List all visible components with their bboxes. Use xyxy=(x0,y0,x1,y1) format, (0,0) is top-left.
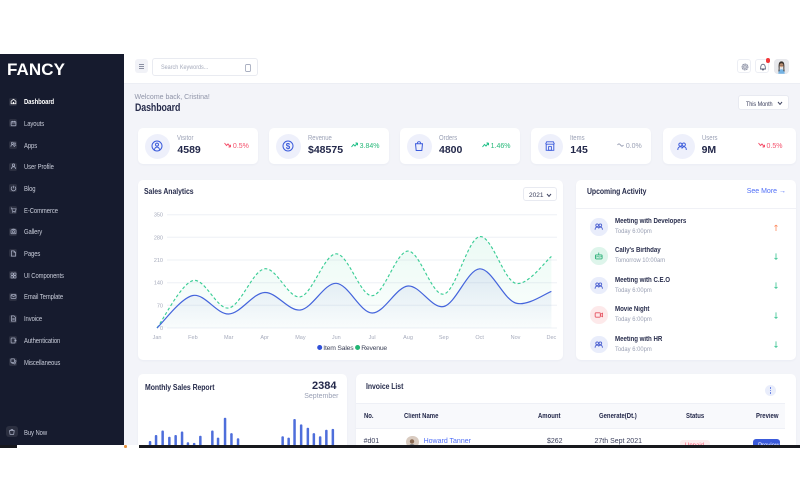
svg-text:Feb: Feb xyxy=(188,335,197,341)
svg-text:$: $ xyxy=(286,141,291,150)
svg-text:140: 140 xyxy=(154,281,163,287)
svg-text:Nov: Nov xyxy=(511,335,521,341)
svg-text:Dec: Dec xyxy=(547,335,557,341)
svg-text:Jan: Jan xyxy=(153,335,162,341)
svg-text:Aug: Aug xyxy=(403,335,413,341)
svg-text:Item Sales: Item Sales xyxy=(323,345,354,352)
svg-text:70: 70 xyxy=(157,303,163,309)
svg-text:Revenue: Revenue xyxy=(361,345,387,352)
svg-text:Sep: Sep xyxy=(439,335,449,341)
svg-text:Mar: Mar xyxy=(224,335,234,341)
svg-text:Jun: Jun xyxy=(332,335,341,341)
svg-text:350: 350 xyxy=(154,213,163,219)
svg-text:Oct: Oct xyxy=(475,335,484,341)
svg-text:210: 210 xyxy=(154,258,163,264)
svg-text:May: May xyxy=(295,335,306,341)
svg-text:Jul: Jul xyxy=(369,335,376,341)
svg-text:280: 280 xyxy=(154,235,163,241)
svg-text:Apr: Apr xyxy=(260,335,269,341)
